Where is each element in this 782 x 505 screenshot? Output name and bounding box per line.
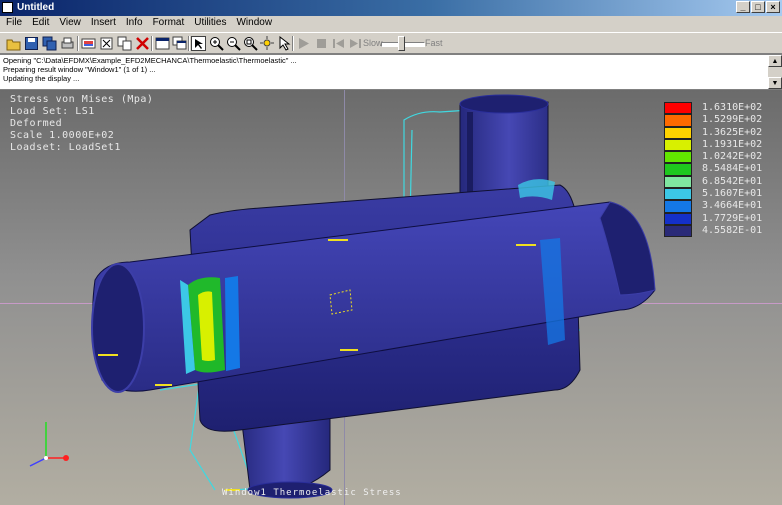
- step-back-icon[interactable]: [331, 36, 346, 51]
- menu-utilities[interactable]: Utilities: [188, 16, 230, 31]
- viewport-footer: Window1 Thermoelastic Stress: [222, 488, 402, 498]
- close-icon[interactable]: [135, 36, 150, 51]
- slow-label: Slow: [363, 38, 383, 48]
- step-forward-icon[interactable]: [348, 36, 363, 51]
- title-bar: Untitled _ □ ×: [0, 0, 782, 16]
- legend-value: 1.5299E+02: [702, 114, 763, 126]
- info-line: Deformed: [10, 118, 63, 129]
- message-line: Opening "C:\Data\EFDMX\Example_EFD2MECHA…: [3, 56, 297, 65]
- legend-swatch: [664, 126, 692, 139]
- info-line: Loadset: LoadSet1: [10, 142, 121, 153]
- legend-swatch: [664, 102, 692, 115]
- export-icon[interactable]: [99, 36, 114, 51]
- legend-swatch: [664, 212, 692, 225]
- toolbar: Slow Fast: [0, 32, 782, 54]
- speed-slider-thumb[interactable]: [398, 36, 405, 51]
- app-icon: [2, 2, 13, 13]
- upper-branch-opening: [459, 94, 549, 114]
- maximize-button[interactable]: □: [751, 1, 765, 13]
- save-all-icon[interactable]: [42, 36, 57, 51]
- window-icon[interactable]: [155, 36, 170, 51]
- legend-value: 4.5582E-01: [702, 224, 763, 236]
- legend-value: 6.8542E+01: [702, 175, 763, 187]
- zoom-fit-icon[interactable]: [243, 36, 258, 51]
- message-scrollbar[interactable]: ▲ ▼: [768, 55, 782, 89]
- cascade-icon[interactable]: [172, 36, 187, 51]
- result-info: Stress von Mises (Mpa) Load Set: LS1 Def…: [10, 94, 153, 154]
- pointer-icon[interactable]: [277, 36, 292, 51]
- menu-info[interactable]: Info: [120, 16, 147, 31]
- zoom-in-icon[interactable]: [209, 36, 224, 51]
- legend-swatch: [664, 163, 692, 176]
- spin-icon[interactable]: [260, 36, 275, 51]
- legend-value: 1.0242E+02: [702, 151, 763, 163]
- legend-value: 1.6310E+02: [702, 102, 763, 113]
- menu-window[interactable]: Window: [230, 16, 276, 31]
- legend-value: 5.1607E+01: [702, 188, 763, 200]
- legend-value: 8.5484E+01: [702, 163, 763, 175]
- show-result-icon[interactable]: [81, 36, 96, 51]
- select-icon[interactable]: [191, 36, 206, 51]
- legend-swatch: [664, 188, 692, 201]
- menu-edit[interactable]: Edit: [26, 16, 53, 31]
- message-line: Preparing result window "Window1" (1 of …: [3, 65, 156, 74]
- menu-insert[interactable]: Insert: [85, 16, 120, 31]
- legend-swatch: [664, 175, 692, 189]
- play-icon[interactable]: [296, 36, 311, 51]
- fast-label: Fast: [425, 38, 443, 48]
- low-stress-band: [225, 276, 240, 371]
- legend-swatch: [664, 138, 692, 152]
- open-icon[interactable]: [6, 36, 21, 51]
- info-line: Scale 1.0000E+02: [10, 130, 115, 141]
- legend-value: 3.4664E+01: [702, 200, 763, 212]
- legend-swatch: [664, 224, 692, 238]
- menu-view[interactable]: View: [53, 16, 85, 31]
- minimize-button[interactable]: _: [736, 1, 750, 13]
- menu-bar: File Edit View Insert Info Format Utilit…: [0, 16, 782, 31]
- info-line: Stress von Mises (Mpa): [10, 94, 154, 105]
- coordinate-triad: [29, 422, 69, 467]
- legend-value: 1.3625E+02: [702, 126, 763, 138]
- result-viewport[interactable]: Stress von Mises (Mpa) Load Set: LS1 Def…: [0, 90, 782, 505]
- inner-pipe-opening: [91, 263, 145, 393]
- message-area: Opening "C:\Data\EFDMX\Example_EFD2MECHA…: [0, 54, 782, 90]
- stop-icon[interactable]: [314, 36, 329, 51]
- legend-swatch: [664, 151, 692, 164]
- menu-file[interactable]: File: [0, 16, 26, 31]
- message-line: Updating the display ...: [3, 74, 80, 83]
- scroll-up-arrow[interactable]: ▲: [768, 55, 782, 67]
- window-title: Untitled: [17, 2, 55, 13]
- print-icon[interactable]: [60, 36, 75, 51]
- legend-swatch: [664, 200, 692, 213]
- close-window-button[interactable]: ×: [766, 1, 780, 13]
- legend-swatch: [664, 114, 692, 127]
- legend-value: 1.1931E+02: [702, 138, 763, 150]
- save-icon[interactable]: [24, 36, 39, 51]
- copy-icon[interactable]: [117, 36, 132, 51]
- legend-value: 1.7729E+01: [702, 212, 763, 224]
- info-line: Load Set: LS1: [10, 106, 95, 117]
- scroll-down-arrow[interactable]: ▼: [768, 77, 782, 89]
- zoom-out-icon[interactable]: [226, 36, 241, 51]
- menu-format[interactable]: Format: [147, 16, 189, 31]
